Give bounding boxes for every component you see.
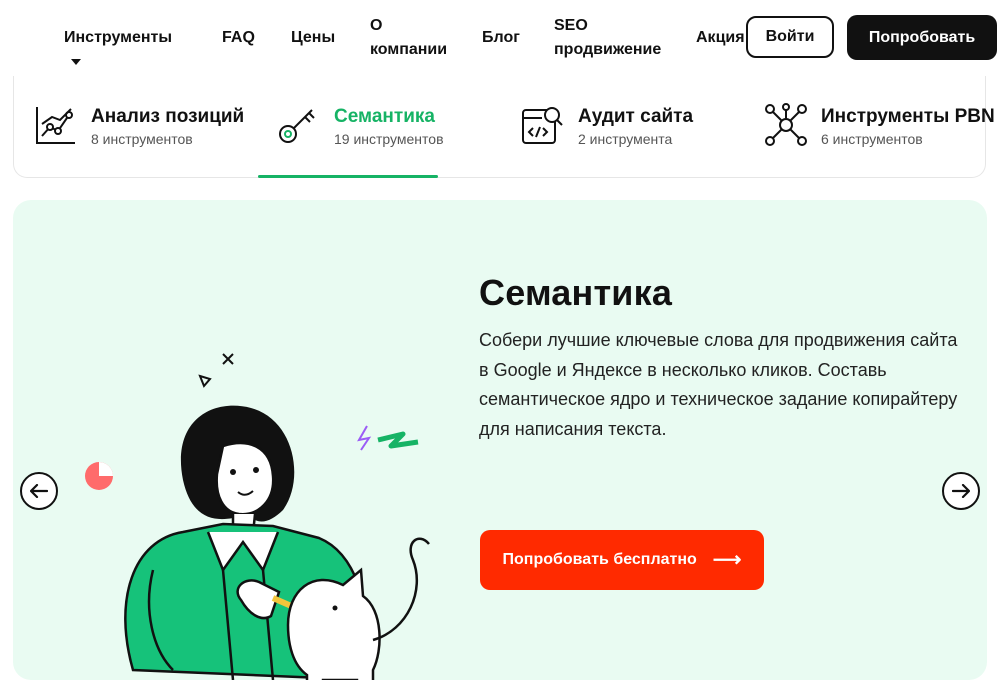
tab-semantics[interactable]: Семантика 19 инструментов bbox=[258, 76, 498, 178]
nav-promo[interactable]: Акция bbox=[696, 26, 745, 50]
network-icon bbox=[765, 103, 807, 146]
tab-positions-subtitle: 8 инструментов bbox=[91, 131, 193, 147]
active-tab-indicator bbox=[258, 175, 438, 178]
slider-next-button[interactable] bbox=[942, 472, 980, 510]
code-search-icon bbox=[522, 107, 563, 144]
nav-company-line1: О bbox=[370, 17, 383, 34]
tab-audit-title: Аудит сайта bbox=[578, 106, 694, 127]
nav-company-line2: компании bbox=[370, 41, 448, 58]
tab-pbn-subtitle: 6 инструментов bbox=[821, 131, 923, 147]
nav-company[interactable]: О компании bbox=[370, 14, 447, 62]
login-button[interactable]: Войти bbox=[746, 16, 834, 58]
nav-faq[interactable]: FAQ bbox=[222, 26, 255, 50]
nav-seo-line2: продвижение bbox=[554, 41, 662, 58]
woman-with-cat-illustration bbox=[85, 353, 430, 680]
tab-audit-subtitle: 2 инструмента bbox=[578, 131, 673, 147]
arrow-right-icon: ⟶ bbox=[712, 549, 742, 571]
try-free-button[interactable]: Попробовать бесплатно ⟶ bbox=[480, 530, 764, 590]
arrow-right-icon bbox=[952, 484, 970, 498]
tab-positions-title: Анализ позиций bbox=[91, 106, 245, 127]
tab-pbn-title: Инструменты PBN bbox=[821, 106, 995, 127]
nav-tools[interactable]: Инструменты bbox=[64, 26, 172, 74]
chart-line-icon bbox=[36, 107, 75, 144]
try-button[interactable]: Попробовать bbox=[847, 15, 997, 60]
nav-seo-line1: SEO bbox=[554, 17, 588, 34]
tools-tabs: Анализ позиций 8 инструментов Семантика … bbox=[13, 76, 995, 178]
tab-audit[interactable]: Аудит сайта 2 инструмента bbox=[502, 76, 742, 178]
hero-slide: Семантика Собери лучшие ключевые слова д… bbox=[13, 200, 987, 680]
nav-tools-label: Инструменты bbox=[64, 29, 173, 46]
tab-pbn[interactable]: Инструменты PBN 6 инструментов bbox=[746, 76, 995, 178]
nav-blog[interactable]: Блог bbox=[482, 26, 520, 50]
arrow-left-icon bbox=[30, 484, 48, 498]
site-header: Инструменты FAQ Цены О компании Блог SEO… bbox=[0, 0, 1000, 76]
nav-seo[interactable]: SEO продвижение bbox=[554, 14, 661, 62]
nav-prices[interactable]: Цены bbox=[291, 26, 335, 50]
chevron-down-icon bbox=[71, 58, 81, 65]
key-icon bbox=[279, 109, 315, 143]
tab-semantics-subtitle: 19 инструментов bbox=[334, 131, 444, 147]
hero-description: Собери лучшие ключевые слова для продвиж… bbox=[479, 330, 958, 439]
tab-positions[interactable]: Анализ позиций 8 инструментов bbox=[14, 76, 254, 178]
tab-semantics-title: Семантика bbox=[334, 106, 435, 127]
slider-prev-button[interactable] bbox=[20, 472, 58, 510]
try-free-button-label: Попробовать бесплатно bbox=[502, 551, 697, 568]
hero-title: Семантика bbox=[479, 272, 673, 313]
